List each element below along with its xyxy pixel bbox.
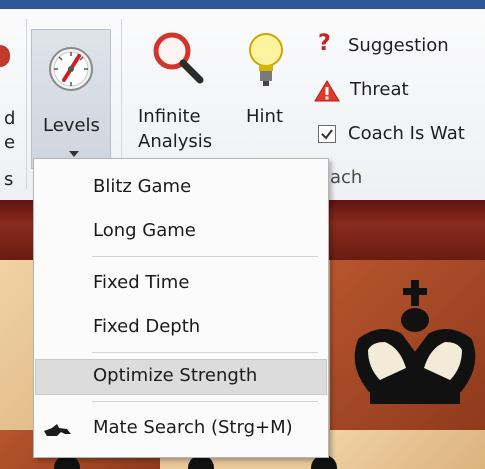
partial-group-label: s — [4, 169, 14, 190]
coach-checkbox[interactable]: Coach Is Wat — [314, 119, 485, 149]
menu-separator — [92, 401, 318, 402]
infinite-analysis-label-line2: Analysis — [138, 131, 213, 152]
group-label-coach: ach — [330, 167, 363, 188]
menu-item-optimize-strength[interactable]: Optimize Strength — [35, 359, 327, 395]
suggestion-button[interactable]: ? Suggestion — [314, 31, 485, 63]
chess-piece-icon — [44, 424, 71, 436]
threat-button[interactable]: Threat — [314, 77, 485, 107]
menu-item-fixed-depth[interactable]: Fixed Depth — [35, 310, 327, 346]
hint-label: Hint — [246, 106, 284, 127]
lightbulb-icon — [249, 33, 283, 86]
warning-triangle-icon — [314, 80, 340, 102]
levels-button[interactable]: Levels — [31, 29, 111, 169]
menu-item-mate-search[interactable]: Mate Search (Strg+M) — [35, 411, 327, 447]
menu-item-fixed-time[interactable]: Fixed Time — [35, 266, 327, 302]
menu-item-label: Blitz Game — [93, 176, 192, 197]
menu-item-label: Fixed Time — [93, 272, 190, 293]
coach-checkbox-label: Coach Is Wat — [348, 123, 465, 144]
suggestion-label: Suggestion — [348, 35, 449, 56]
partial-red-icon — [0, 45, 10, 67]
menu-item-label: Optimize Strength — [93, 365, 258, 386]
menu-item-blitz-game[interactable]: Blitz Game — [35, 170, 327, 206]
partial-button-label-bottom: e — [4, 132, 16, 153]
chevron-down-icon — [69, 151, 79, 157]
question-mark-icon: ? — [318, 31, 331, 56]
levels-gauge-icon — [49, 47, 93, 91]
threat-label: Threat — [350, 79, 409, 100]
checkbox-checked-icon[interactable] — [318, 125, 336, 143]
black-king-piece-icon — [354, 280, 476, 404]
magnifier-icon — [153, 32, 204, 84]
menu-separator — [92, 352, 318, 353]
menu-item-label: Mate Search (Strg+M) — [93, 417, 293, 438]
group-separator — [26, 19, 27, 189]
infinite-analysis-label-line1: Infinite — [138, 106, 201, 127]
levels-button-label: Levels — [43, 115, 100, 136]
hint-button[interactable]: Hint — [236, 23, 298, 163]
menu-item-long-game[interactable]: Long Game — [35, 214, 327, 250]
menu-item-label: Long Game — [93, 220, 196, 241]
infinite-analysis-button[interactable]: Infinite Analysis — [132, 23, 228, 163]
window-title-bar — [0, 0, 485, 9]
board-square — [330, 430, 485, 469]
partial-button-label-top: d — [4, 108, 16, 129]
menu-separator — [92, 256, 318, 257]
levels-dropdown-menu: Blitz Game Long Game Fixed Time Fixed De… — [33, 158, 329, 458]
menu-item-label: Fixed Depth — [93, 316, 201, 337]
